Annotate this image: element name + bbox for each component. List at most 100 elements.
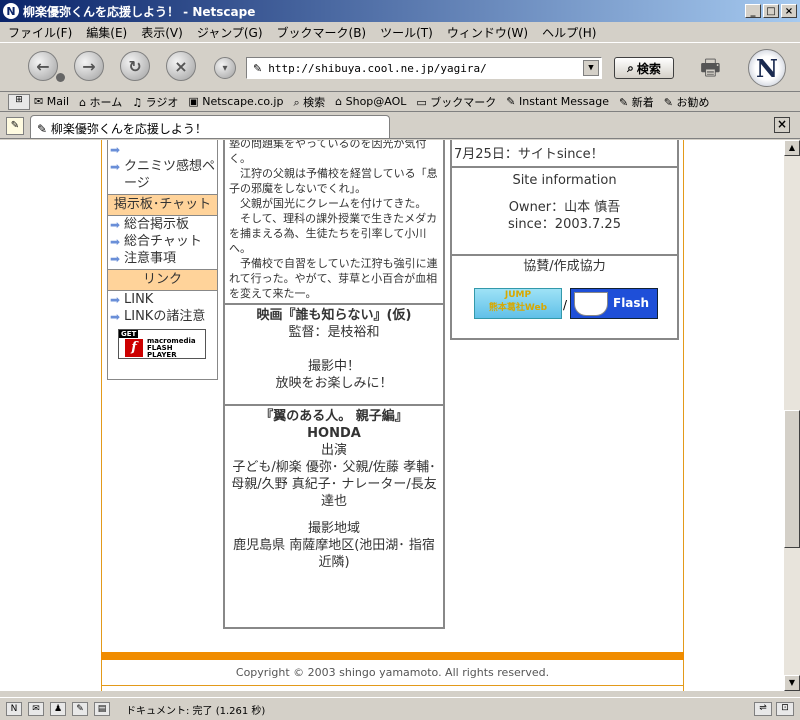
bookmark-radio[interactable]: ♫ ラジオ: [132, 94, 178, 110]
cast-list: 子ども/柳楽 優弥･ 父親/佐藤 孝輔･ 母親/久野 真紀子･ ナレーター/長友…: [231, 460, 437, 509]
active-tab[interactable]: ✎ 柳楽優弥くんを応援しよう！: [30, 115, 390, 138]
page-icon: ✎: [253, 61, 263, 75]
jump-banner[interactable]: JUMP 熊本葛社Web: [474, 288, 562, 319]
menu-file[interactable]: ファイル(F): [8, 24, 72, 41]
arrow-icon: ➡: [110, 252, 121, 266]
mail-icon[interactable]: ✉: [28, 702, 44, 716]
flash-banner-label: Flash: [613, 296, 650, 310]
cast-label: 出演: [320, 443, 347, 458]
bookmark-netscape[interactable]: ▣ Netscape.co.jp: [188, 95, 283, 108]
bookmark-im-label: Instant Message: [519, 95, 610, 108]
arrow-icon: ➡: [110, 160, 121, 174]
bookmark-shop[interactable]: ⌂ Shop@AOL: [335, 95, 406, 108]
forward-arrow-icon: →: [82, 56, 96, 76]
search-button[interactable]: ⌕ 検索: [614, 57, 674, 79]
menu-go[interactable]: ジャンプ(G): [197, 24, 263, 41]
url-text[interactable]: http://shibuya.cool.ne.jp/yagira/: [268, 62, 487, 75]
owner-text: Owner：山本 慎吾: [508, 200, 621, 215]
scroll-up-icon[interactable]: ▲: [784, 140, 800, 156]
composer-icon[interactable]: ✎: [72, 702, 88, 716]
badge-line3: PLAYER: [147, 351, 177, 359]
tab-bar: ✎ ✎ 柳楽優弥くんを応援しよう！ ×: [0, 113, 800, 139]
badge-text: macromedia FLASH PLAYER: [147, 338, 196, 359]
left-menu: ➡ ➡ クニミツ感想ページ 掲示板･チャット ➡ 総合掲示板 ➡ 総合チャット ➡ 注意…: [107, 140, 218, 380]
navigator-icon[interactable]: N: [6, 702, 22, 716]
story-line: 塾の問題集をやっているのを因光が気付く。: [229, 140, 427, 165]
movie-director: 監督：是枝裕和: [288, 325, 380, 340]
menu-link-blank[interactable]: ➡: [108, 141, 217, 158]
menu-tools[interactable]: ツール(T): [380, 24, 433, 41]
tab-toggle-icon[interactable]: ⊞: [8, 94, 30, 110]
back-history-dropdown[interactable]: [56, 73, 65, 82]
menu-section-bbs: 掲示板･チャット: [108, 194, 217, 216]
title-bar: N 柳楽優弥くんを応援しよう！ - Netscape _ □ ×: [0, 0, 800, 22]
bookmark-home[interactable]: ⌂ ホーム: [79, 94, 122, 110]
movie-status2: 放映をお楽しみに！: [275, 376, 393, 391]
forward-button[interactable]: →: [74, 51, 104, 81]
stop-button[interactable]: ×: [166, 51, 196, 81]
drama-title: 『翼のある人。 親子編』: [260, 409, 408, 424]
page-content: ➡ ➡ クニミツ感想ページ 掲示板･チャット ➡ 総合掲示板 ➡ 総合チャット ➡ 注意…: [0, 140, 784, 691]
netscape-logo[interactable]: N: [748, 49, 786, 87]
back-button[interactable]: ←: [28, 51, 58, 81]
menu-link-chat[interactable]: ➡ 総合チャット: [108, 233, 217, 250]
bookmark-folder[interactable]: ▭ ブックマーク: [416, 94, 496, 110]
arrow-icon: ➡: [110, 143, 121, 157]
menu-view[interactable]: 表示(V): [141, 24, 183, 41]
new-tab-icon[interactable]: ✎: [6, 117, 24, 135]
jump-banner-title: JUMP: [504, 290, 532, 300]
location-label: 撮影地域: [307, 521, 360, 536]
maximize-button[interactable]: □: [763, 4, 779, 18]
location-text: 鹿児島県 南薩摩地区(池田湖･ 指宿近隣): [233, 538, 435, 570]
reload-button[interactable]: ↻: [120, 51, 150, 81]
story-line: 江狩の父親は予備校を経営している「息子の邪魔をしないでくれ」。: [229, 167, 438, 195]
address-book-icon[interactable]: ▤: [94, 702, 110, 716]
navigation-toolbar: ← → ↻ × ▾ ✎ http://shibuya.cool.ne.jp/ya…: [0, 42, 800, 92]
stop-icon: ×: [174, 56, 188, 76]
url-history-button[interactable]: ▾: [214, 57, 236, 79]
url-dropdown-icon[interactable]: ▼: [583, 60, 599, 76]
menu-edit[interactable]: 編集(E): [86, 24, 127, 41]
bookmark-shop-label: Shop@AOL: [345, 95, 407, 108]
close-window-button[interactable]: ×: [781, 4, 797, 18]
bookmark-new-label: 新着: [631, 95, 654, 109]
bookmark-mail-label: Mail: [46, 95, 70, 108]
movie-section: 映画『誰も知らない』(仮) 監督：是枝裕和 撮影中！ 放映をお楽しみに！: [225, 303, 443, 404]
bookmark-mail[interactable]: ✉ Mail: [34, 95, 69, 108]
story-line: 予備校で自習をしていた江狩も強引に連れて行った。やがて、芽草と小百合が血相を変え…: [229, 257, 438, 300]
get-flash-player-badge[interactable]: GET f macromedia FLASH PLAYER: [118, 329, 206, 359]
scroll-thumb[interactable]: [784, 410, 800, 548]
menu-link-bbs[interactable]: ➡ 総合掲示板: [108, 216, 217, 233]
scroll-down-icon[interactable]: ▼: [784, 675, 800, 691]
bookmark-folder-label: ブックマーク: [430, 95, 497, 109]
url-bar[interactable]: ✎ http://shibuya.cool.ne.jp/yagira/ ▼: [246, 57, 602, 79]
menu-window[interactable]: ウィンドウ(W): [447, 24, 528, 41]
menu-bar: ファイル(F) 編集(E) 表示(V) ジャンプ(G) ブックマーク(B) ツー…: [0, 22, 800, 42]
menu-link-chat-label: 総合チャット: [124, 234, 202, 249]
bookmark-recommend[interactable]: ✎ お勧め: [664, 94, 710, 110]
menu-link-notes[interactable]: ➡ 注意事項: [108, 250, 217, 267]
coffee-cup-icon: [574, 292, 608, 316]
flash-banner[interactable]: Flash: [570, 288, 658, 319]
bookmark-new[interactable]: ✎ 新着: [619, 94, 654, 110]
print-icon[interactable]: 🖶: [700, 51, 721, 89]
minimize-button[interactable]: _: [745, 4, 761, 18]
security-lock-icon[interactable]: ⊡: [776, 702, 794, 716]
flash-logo-icon: f: [125, 339, 143, 357]
menu-help[interactable]: ヘルプ(H): [542, 24, 596, 41]
menu-bookmarks[interactable]: ブックマーク(B): [277, 24, 367, 41]
news-column: 塾の問題集をやっているのを因光が気付く。 江狩の父親は予備校を経営している「息子…: [223, 140, 445, 629]
magnifier-icon: ⌕: [627, 60, 634, 75]
site-info-section: Site information Owner：山本 慎吾 since：2003.…: [452, 168, 677, 256]
bookmark-recommend-label: お勧め: [676, 95, 710, 109]
bookmark-im[interactable]: ✎ Instant Message: [506, 95, 609, 108]
bookmark-search[interactable]: ⌕ 検索: [293, 94, 325, 110]
instant-message-icon[interactable]: ♟: [50, 702, 66, 716]
since-line-text: 7月25日：サイトsince！: [454, 147, 604, 162]
menu-link-link-notes[interactable]: ➡ LINKの諸注意: [108, 308, 217, 325]
menu-link-kunimitsu[interactable]: ➡ クニミツ感想ページ: [108, 158, 217, 192]
close-tab-button[interactable]: ×: [774, 117, 790, 133]
menu-link-link[interactable]: ➡ LINK: [108, 291, 217, 308]
vertical-scrollbar[interactable]: ▲ ▼: [784, 140, 800, 691]
bookmark-home-label: ホーム: [89, 95, 123, 109]
